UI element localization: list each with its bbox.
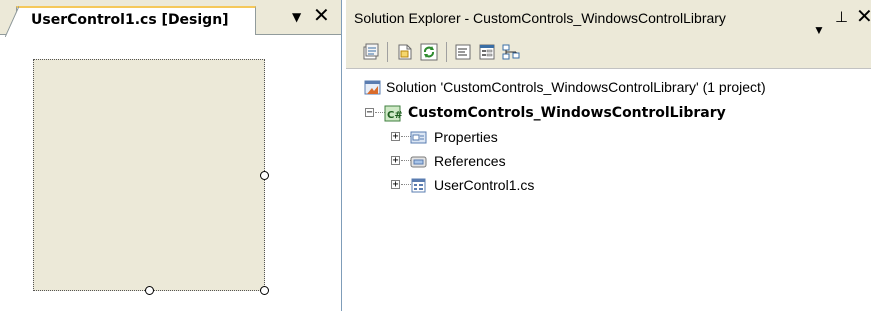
solution-explorer-title: Solution Explorer - CustomControls_Windo… bbox=[354, 10, 726, 26]
auto-hide-pin-icon[interactable]: ⊥ bbox=[835, 0, 848, 36]
refresh-icon[interactable] bbox=[420, 43, 438, 61]
solution-icon bbox=[364, 79, 381, 95]
resize-grip-bottom[interactable] bbox=[145, 286, 154, 295]
usercontrol1-label: UserControl1.cs bbox=[434, 177, 535, 193]
window-close-icon[interactable]: ✕ bbox=[856, 0, 871, 34]
expand-properties-toggle[interactable]: + bbox=[391, 132, 400, 142]
form-file-icon bbox=[410, 177, 426, 193]
toolbar-separator bbox=[387, 42, 388, 62]
properties-folder-icon bbox=[410, 129, 427, 145]
solution-explorer-pane: Solution Explorer - CustomControls_Windo… bbox=[346, 0, 871, 311]
expand-usercontrol1-toggle[interactable]: + bbox=[391, 180, 400, 190]
resize-grip-bottom-right[interactable] bbox=[260, 286, 269, 295]
collapse-project-toggle[interactable]: − bbox=[365, 108, 374, 118]
project-label: CustomControls_WindowsControlLibrary bbox=[408, 105, 726, 121]
toolbar-separator bbox=[446, 42, 447, 62]
expand-references-toggle[interactable]: + bbox=[391, 156, 400, 166]
class-diagram-icon[interactable] bbox=[502, 43, 520, 61]
show-all-files-icon[interactable] bbox=[396, 43, 414, 61]
csharp-project-icon: C# bbox=[384, 105, 403, 122]
tab-usercontrol-design[interactable]: UserControl1.cs [Design] bbox=[5, 6, 256, 37]
solution-explorer-titlebar: Solution Explorer - CustomControls_Windo… bbox=[346, 0, 871, 37]
references-label: References bbox=[434, 153, 506, 169]
view-code-icon[interactable] bbox=[454, 43, 472, 61]
properties-label: Properties bbox=[434, 129, 498, 145]
svg-text:C#: C# bbox=[387, 110, 402, 121]
solution-explorer-toolbar bbox=[346, 36, 871, 69]
view-designer-icon[interactable] bbox=[478, 43, 496, 61]
references-icon bbox=[410, 153, 427, 169]
properties-icon[interactable] bbox=[362, 43, 380, 61]
designer-pane: UserControl1.cs [Design] ▼ ✕ bbox=[0, 0, 342, 311]
tab-dropdown-icon[interactable]: ▼ bbox=[292, 10, 301, 24]
tab-close-icon[interactable]: ✕ bbox=[313, 4, 330, 26]
designer-tabstrip: UserControl1.cs [Design] ▼ ✕ bbox=[0, 0, 341, 37]
usercontrol-design-surface[interactable] bbox=[33, 59, 265, 291]
solution-label: Solution 'CustomControls_WindowsControlL… bbox=[386, 79, 766, 95]
resize-grip-right[interactable] bbox=[260, 171, 269, 180]
